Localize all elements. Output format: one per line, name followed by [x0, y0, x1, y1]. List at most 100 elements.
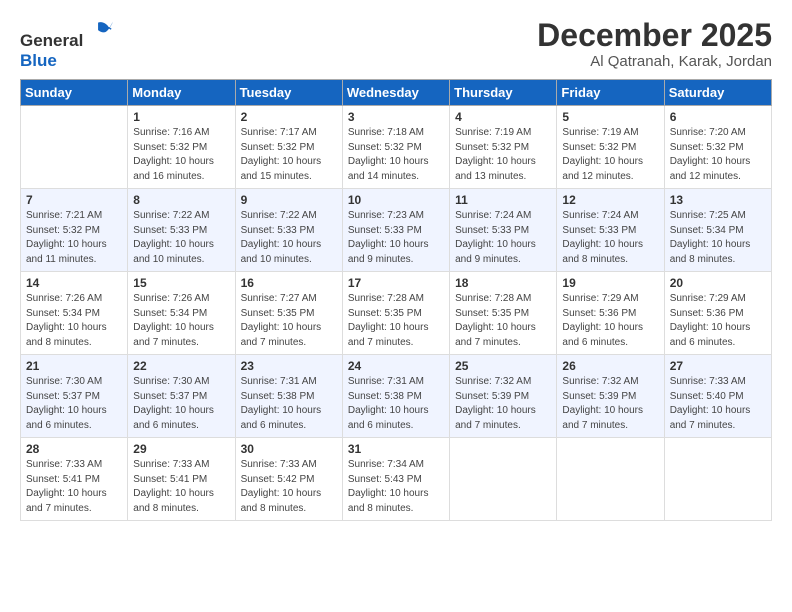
calendar-cell: 23 Sunrise: 7:31 AMSunset: 5:38 PMDaylig… — [235, 355, 342, 438]
cell-info: Sunrise: 7:19 AMSunset: 5:32 PMDaylight:… — [562, 127, 643, 182]
calendar-cell — [450, 438, 557, 521]
weekday-header: Tuesday — [235, 80, 342, 106]
cell-info: Sunrise: 7:22 AMSunset: 5:33 PMDaylight:… — [241, 210, 322, 265]
calendar-cell: 31 Sunrise: 7:34 AMSunset: 5:43 PMDaylig… — [342, 438, 449, 521]
calendar-cell: 22 Sunrise: 7:30 AMSunset: 5:37 PMDaylig… — [128, 355, 235, 438]
day-number: 28 — [26, 442, 122, 456]
calendar-cell: 16 Sunrise: 7:27 AMSunset: 5:35 PMDaylig… — [235, 272, 342, 355]
day-number: 6 — [670, 110, 766, 124]
calendar-cell: 18 Sunrise: 7:28 AMSunset: 5:35 PMDaylig… — [450, 272, 557, 355]
header: General Blue December 2025 Al Qatranah, … — [20, 18, 772, 71]
day-number: 1 — [133, 110, 229, 124]
calendar-cell — [557, 438, 664, 521]
logo-general: General — [20, 31, 83, 50]
day-number: 8 — [133, 193, 229, 207]
cell-info: Sunrise: 7:28 AMSunset: 5:35 PMDaylight:… — [348, 293, 429, 348]
logo: General Blue — [20, 18, 113, 71]
day-number: 25 — [455, 359, 551, 373]
cell-info: Sunrise: 7:22 AMSunset: 5:33 PMDaylight:… — [133, 210, 214, 265]
calendar-cell: 5 Sunrise: 7:19 AMSunset: 5:32 PMDayligh… — [557, 106, 664, 189]
cell-info: Sunrise: 7:24 AMSunset: 5:33 PMDaylight:… — [455, 210, 536, 265]
cell-info: Sunrise: 7:23 AMSunset: 5:33 PMDaylight:… — [348, 210, 429, 265]
day-number: 19 — [562, 276, 658, 290]
cell-info: Sunrise: 7:29 AMSunset: 5:36 PMDaylight:… — [562, 293, 643, 348]
cell-info: Sunrise: 7:34 AMSunset: 5:43 PMDaylight:… — [348, 459, 429, 514]
weekday-header: Thursday — [450, 80, 557, 106]
calendar-cell: 27 Sunrise: 7:33 AMSunset: 5:40 PMDaylig… — [664, 355, 771, 438]
calendar-table: SundayMondayTuesdayWednesdayThursdayFrid… — [20, 79, 772, 521]
day-number: 5 — [562, 110, 658, 124]
cell-info: Sunrise: 7:18 AMSunset: 5:32 PMDaylight:… — [348, 127, 429, 182]
calendar-cell: 10 Sunrise: 7:23 AMSunset: 5:33 PMDaylig… — [342, 189, 449, 272]
day-number: 31 — [348, 442, 444, 456]
calendar-cell: 19 Sunrise: 7:29 AMSunset: 5:36 PMDaylig… — [557, 272, 664, 355]
location-title: Al Qatranah, Karak, Jordan — [537, 53, 772, 70]
day-number: 9 — [241, 193, 337, 207]
cell-info: Sunrise: 7:20 AMSunset: 5:32 PMDaylight:… — [670, 127, 751, 182]
weekday-header: Friday — [557, 80, 664, 106]
calendar-week-row: 7 Sunrise: 7:21 AMSunset: 5:32 PMDayligh… — [21, 189, 772, 272]
calendar-cell — [21, 106, 128, 189]
weekday-header: Wednesday — [342, 80, 449, 106]
calendar-cell: 6 Sunrise: 7:20 AMSunset: 5:32 PMDayligh… — [664, 106, 771, 189]
weekday-header: Monday — [128, 80, 235, 106]
calendar-cell: 30 Sunrise: 7:33 AMSunset: 5:42 PMDaylig… — [235, 438, 342, 521]
calendar-cell: 13 Sunrise: 7:25 AMSunset: 5:34 PMDaylig… — [664, 189, 771, 272]
cell-info: Sunrise: 7:24 AMSunset: 5:33 PMDaylight:… — [562, 210, 643, 265]
calendar-cell: 9 Sunrise: 7:22 AMSunset: 5:33 PMDayligh… — [235, 189, 342, 272]
day-number: 30 — [241, 442, 337, 456]
day-number: 21 — [26, 359, 122, 373]
calendar-cell: 20 Sunrise: 7:29 AMSunset: 5:36 PMDaylig… — [664, 272, 771, 355]
calendar-cell: 21 Sunrise: 7:30 AMSunset: 5:37 PMDaylig… — [21, 355, 128, 438]
cell-info: Sunrise: 7:30 AMSunset: 5:37 PMDaylight:… — [133, 376, 214, 431]
weekday-header: Saturday — [664, 80, 771, 106]
day-number: 16 — [241, 276, 337, 290]
calendar-cell: 1 Sunrise: 7:16 AMSunset: 5:32 PMDayligh… — [128, 106, 235, 189]
title-block: December 2025 Al Qatranah, Karak, Jordan — [537, 18, 772, 70]
cell-info: Sunrise: 7:33 AMSunset: 5:41 PMDaylight:… — [133, 459, 214, 514]
day-number: 20 — [670, 276, 766, 290]
logo-bird-icon — [85, 18, 113, 46]
weekday-header: Sunday — [21, 80, 128, 106]
calendar-cell: 15 Sunrise: 7:26 AMSunset: 5:34 PMDaylig… — [128, 272, 235, 355]
calendar-week-row: 14 Sunrise: 7:26 AMSunset: 5:34 PMDaylig… — [21, 272, 772, 355]
day-number: 29 — [133, 442, 229, 456]
cell-info: Sunrise: 7:25 AMSunset: 5:34 PMDaylight:… — [670, 210, 751, 265]
calendar-week-row: 28 Sunrise: 7:33 AMSunset: 5:41 PMDaylig… — [21, 438, 772, 521]
calendar-header-row: SundayMondayTuesdayWednesdayThursdayFrid… — [21, 80, 772, 106]
cell-info: Sunrise: 7:16 AMSunset: 5:32 PMDaylight:… — [133, 127, 214, 182]
day-number: 18 — [455, 276, 551, 290]
calendar-cell: 3 Sunrise: 7:18 AMSunset: 5:32 PMDayligh… — [342, 106, 449, 189]
cell-info: Sunrise: 7:26 AMSunset: 5:34 PMDaylight:… — [26, 293, 107, 348]
calendar-cell: 12 Sunrise: 7:24 AMSunset: 5:33 PMDaylig… — [557, 189, 664, 272]
day-number: 4 — [455, 110, 551, 124]
day-number: 26 — [562, 359, 658, 373]
calendar-cell: 14 Sunrise: 7:26 AMSunset: 5:34 PMDaylig… — [21, 272, 128, 355]
day-number: 2 — [241, 110, 337, 124]
day-number: 7 — [26, 193, 122, 207]
calendar-cell: 25 Sunrise: 7:32 AMSunset: 5:39 PMDaylig… — [450, 355, 557, 438]
day-number: 13 — [670, 193, 766, 207]
month-title: December 2025 — [537, 18, 772, 53]
calendar-cell: 26 Sunrise: 7:32 AMSunset: 5:39 PMDaylig… — [557, 355, 664, 438]
cell-info: Sunrise: 7:30 AMSunset: 5:37 PMDaylight:… — [26, 376, 107, 431]
cell-info: Sunrise: 7:32 AMSunset: 5:39 PMDaylight:… — [455, 376, 536, 431]
day-number: 11 — [455, 193, 551, 207]
cell-info: Sunrise: 7:31 AMSunset: 5:38 PMDaylight:… — [348, 376, 429, 431]
calendar-cell: 4 Sunrise: 7:19 AMSunset: 5:32 PMDayligh… — [450, 106, 557, 189]
cell-info: Sunrise: 7:28 AMSunset: 5:35 PMDaylight:… — [455, 293, 536, 348]
cell-info: Sunrise: 7:19 AMSunset: 5:32 PMDaylight:… — [455, 127, 536, 182]
day-number: 22 — [133, 359, 229, 373]
day-number: 12 — [562, 193, 658, 207]
day-number: 15 — [133, 276, 229, 290]
logo-blue: Blue — [20, 51, 57, 70]
calendar-cell: 8 Sunrise: 7:22 AMSunset: 5:33 PMDayligh… — [128, 189, 235, 272]
calendar-cell: 7 Sunrise: 7:21 AMSunset: 5:32 PMDayligh… — [21, 189, 128, 272]
calendar-week-row: 21 Sunrise: 7:30 AMSunset: 5:37 PMDaylig… — [21, 355, 772, 438]
calendar-cell: 11 Sunrise: 7:24 AMSunset: 5:33 PMDaylig… — [450, 189, 557, 272]
cell-info: Sunrise: 7:33 AMSunset: 5:40 PMDaylight:… — [670, 376, 751, 431]
page-container: General Blue December 2025 Al Qatranah, … — [0, 0, 792, 531]
cell-info: Sunrise: 7:32 AMSunset: 5:39 PMDaylight:… — [562, 376, 643, 431]
day-number: 27 — [670, 359, 766, 373]
cell-info: Sunrise: 7:31 AMSunset: 5:38 PMDaylight:… — [241, 376, 322, 431]
